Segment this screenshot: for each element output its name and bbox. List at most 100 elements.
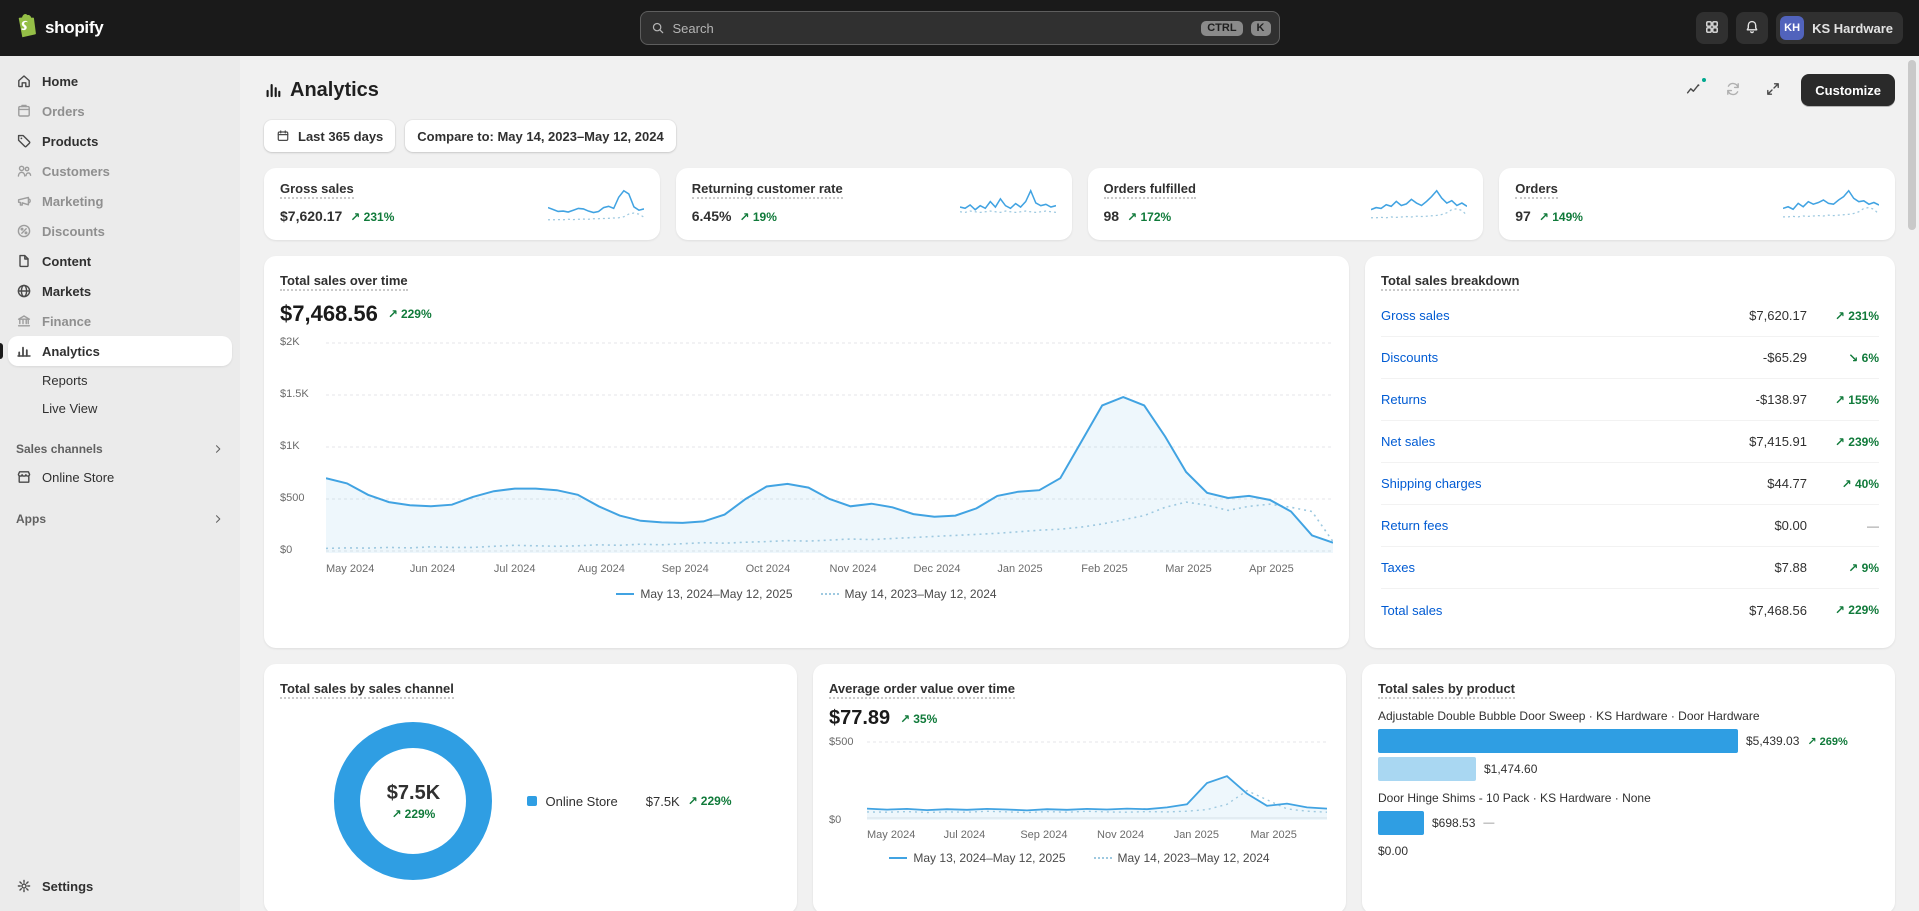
breakdown-row-return-fees[interactable]: Return fees $0.00 — xyxy=(1381,505,1879,547)
breakdown-row-discounts[interactable]: Discounts -$65.29 ↘ 6% xyxy=(1381,337,1879,379)
calendar-icon xyxy=(276,129,290,143)
x-axis-label: Feb 2025 xyxy=(1081,563,1165,575)
total-sales-delta: ↗229% xyxy=(388,307,432,321)
metric-card-orders-fulfilled[interactable]: Orders fulfilled 98 ↗ 172% xyxy=(1088,168,1484,240)
compare-button[interactable]: Compare to: May 14, 2023–May 12, 2024 xyxy=(405,120,675,152)
x-axis-label: Jan 2025 xyxy=(997,563,1081,575)
sidebar-item-marketing[interactable]: Marketing xyxy=(8,186,232,216)
bar-value: $5,439.03 xyxy=(1746,734,1799,748)
sidebar-item-settings[interactable]: Settings xyxy=(8,871,232,901)
breakdown-delta: ↗ 9% xyxy=(1807,561,1879,575)
metric-value: $7,620.17 xyxy=(280,208,342,224)
sidebar-item-finance[interactable]: Finance xyxy=(8,306,232,336)
home-icon xyxy=(16,73,32,89)
breakdown-label[interactable]: Gross sales xyxy=(1381,308,1749,323)
current-period-bar[interactable] xyxy=(1378,729,1738,753)
metric-delta: ↗ 149% xyxy=(1539,210,1583,224)
breakdown-label[interactable]: Returns xyxy=(1381,392,1756,407)
product-bar-previous[interactable]: $0.00 xyxy=(1378,839,1879,863)
sidebar-item-reports[interactable]: Reports xyxy=(8,366,232,394)
search-input[interactable] xyxy=(673,21,1194,36)
x-axis-label: Jul 2024 xyxy=(944,829,1021,841)
metric-title: Returning customer rate xyxy=(692,181,843,199)
customize-button[interactable]: Customize xyxy=(1801,74,1895,106)
main-content: Analytics Customize Last 365 days Compar… xyxy=(240,56,1919,911)
x-axis-label: Aug 2024 xyxy=(578,563,662,575)
sidebar-item-content[interactable]: Content xyxy=(8,246,232,276)
breakdown-delta: ↗ 40% xyxy=(1807,477,1879,491)
product-bars: Adjustable Double Bubble Door Sweep · KS… xyxy=(1378,709,1879,863)
sales-channels-list: Online Store xyxy=(8,462,232,492)
sidebar-item-analytics[interactable]: Analytics xyxy=(8,336,232,366)
breakdown-delta: ↘ 6% xyxy=(1807,351,1879,365)
finance-icon xyxy=(16,313,32,329)
breakdown-row-returns[interactable]: Returns -$138.97 ↗ 155% xyxy=(1381,379,1879,421)
breakdown-label[interactable]: Total sales xyxy=(1381,603,1749,618)
notifications-button[interactable] xyxy=(1736,12,1768,44)
aov-line-chart[interactable] xyxy=(867,740,1327,820)
breakdown-row-shipping-charges[interactable]: Shipping charges $44.77 ↗ 40% xyxy=(1381,463,1879,505)
insights-button[interactable] xyxy=(1681,78,1705,102)
current-period-bar[interactable] xyxy=(1378,811,1424,835)
x-axis-label: Sep 2024 xyxy=(662,563,746,575)
breakdown-label[interactable]: Taxes xyxy=(1381,560,1774,575)
x-axis-label: Sep 2024 xyxy=(1020,829,1097,841)
y-axis-label: $500 xyxy=(829,736,853,748)
breakdown-label[interactable]: Net sales xyxy=(1381,434,1749,449)
date-range-button[interactable]: Last 365 days xyxy=(264,120,395,152)
sidebar-item-live-view[interactable]: Live View xyxy=(8,394,232,422)
breakdown-row-gross-sales[interactable]: Gross sales $7,620.17 ↗ 231% xyxy=(1381,295,1879,337)
legend-item: May 13, 2024–May 12, 2025 xyxy=(616,587,792,601)
product-bar-previous[interactable]: $1,474.60 xyxy=(1378,757,1879,781)
metric-delta: ↗ 19% xyxy=(739,210,776,224)
shopify-logo[interactable]: shopify xyxy=(16,13,103,43)
apps-button[interactable] xyxy=(1696,12,1728,44)
product-bar-current[interactable]: $698.53 — xyxy=(1378,811,1879,835)
metric-card-orders[interactable]: Orders 97 ↗ 149% xyxy=(1499,168,1895,240)
sidebar-item-discounts[interactable]: Discounts xyxy=(8,216,232,246)
sidebar-item-products[interactable]: Products xyxy=(8,126,232,156)
breakdown-row-net-sales[interactable]: Net sales $7,415.91 ↗ 239% xyxy=(1381,421,1879,463)
breakdown-row-taxes[interactable]: Taxes $7.88 ↗ 9% xyxy=(1381,547,1879,589)
chart-legend: May 13, 2024–May 12, 2025 May 14, 2023–Ma… xyxy=(280,587,1333,601)
breakdown-label[interactable]: Return fees xyxy=(1381,518,1774,533)
sidebar-item-home[interactable]: Home xyxy=(8,66,232,96)
chevron-right-icon xyxy=(212,443,224,455)
product-bar-current[interactable]: $5,439.03 ↗ 269% xyxy=(1378,729,1879,753)
scrollbar-thumb[interactable] xyxy=(1908,60,1916,230)
metric-card-returning-customer-rate[interactable]: Returning customer rate 6.45% ↗ 19% xyxy=(676,168,1072,240)
orders-icon xyxy=(16,103,32,119)
kbd-ctrl: CTRL xyxy=(1201,21,1242,36)
sales-channels-header[interactable]: Sales channels xyxy=(8,436,232,462)
refresh-icon xyxy=(1725,81,1741,100)
legend-item: May 14, 2023–May 12, 2024 xyxy=(821,587,997,601)
fullscreen-button[interactable] xyxy=(1761,78,1785,102)
sidebar-nav: HomeOrdersProductsCustomersMarketingDisc… xyxy=(8,66,232,422)
breakdown-row-total-sales[interactable]: Total sales $7,468.56 ↗ 229% xyxy=(1381,589,1879,631)
metric-value: 98 xyxy=(1104,208,1120,224)
sparkline-chart xyxy=(548,184,644,224)
search-bar[interactable]: CTRL K xyxy=(640,11,1280,45)
channel-legend-delta: ↗229% xyxy=(688,794,732,808)
fullscreen-icon xyxy=(1765,81,1781,100)
metric-card-gross-sales[interactable]: Gross sales $7,620.17 ↗ 231% xyxy=(264,168,660,240)
bar-value: $698.53 xyxy=(1432,816,1475,830)
store-name: KS Hardware xyxy=(1812,21,1893,36)
previous-period-bar[interactable] xyxy=(1378,757,1476,781)
x-axis-label: Dec 2024 xyxy=(913,563,997,575)
apps-icon xyxy=(1704,19,1720,38)
sidebar-item-markets[interactable]: Markets xyxy=(8,276,232,306)
breakdown-label[interactable]: Shipping charges xyxy=(1381,476,1767,491)
donut-chart[interactable]: $7.5K ↗229% xyxy=(329,717,497,885)
refresh-button[interactable] xyxy=(1721,78,1745,102)
total-sales-line-chart[interactable] xyxy=(326,341,1333,553)
breakdown-value: $7.88 xyxy=(1774,560,1807,575)
store-menu[interactable]: KH KS Hardware xyxy=(1776,12,1903,44)
sidebar-item-customers[interactable]: Customers xyxy=(8,156,232,186)
breakdown-label[interactable]: Discounts xyxy=(1381,350,1763,365)
apps-header[interactable]: Apps xyxy=(8,506,232,532)
sidebar-item-orders[interactable]: Orders xyxy=(8,96,232,126)
sidebar-item-online-store[interactable]: Online Store xyxy=(8,462,232,492)
x-axis-label: Jun 2024 xyxy=(410,563,494,575)
x-axis-label: Jan 2025 xyxy=(1174,829,1251,841)
